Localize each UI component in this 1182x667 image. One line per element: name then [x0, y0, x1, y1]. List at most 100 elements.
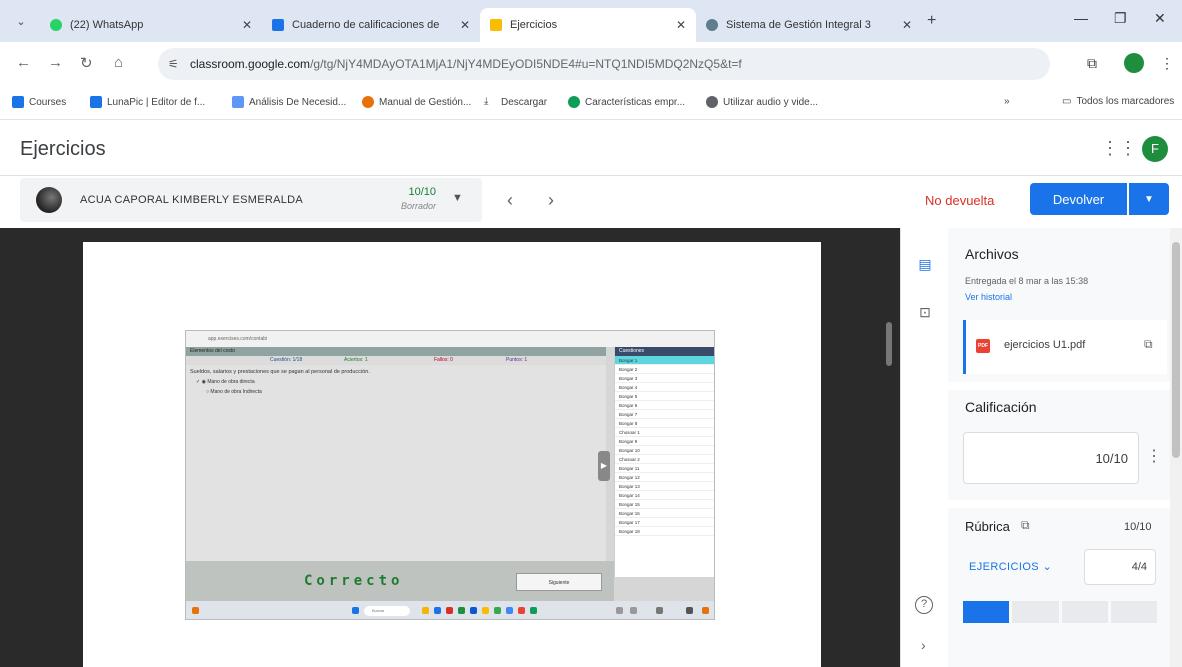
whatsapp-icon — [50, 19, 62, 31]
close-icon[interactable]: ✕ — [902, 18, 912, 32]
bookmark-analisis[interactable]: Análisis De Necesid... — [232, 96, 346, 108]
divider — [948, 382, 1170, 390]
close-icon[interactable]: ✕ — [242, 18, 252, 32]
rubric-heading: Rúbrica — [965, 519, 1010, 534]
address-bar[interactable]: ⚟ classroom.google.com/g/tg/NjY4MDAyOTA1… — [158, 48, 1050, 80]
return-options-button[interactable]: ▼ — [1129, 183, 1169, 215]
help-icon[interactable]: ? — [915, 596, 933, 614]
student-status: Borrador — [400, 201, 436, 211]
student-photo — [36, 187, 62, 213]
avatar[interactable]: F — [1142, 136, 1168, 162]
clock-icon — [686, 607, 693, 614]
new-tab-plus-icon[interactable]: + — [927, 12, 936, 30]
rubric-level[interactable] — [963, 601, 1010, 623]
comments-panel-icon[interactable]: ⊡ — [915, 302, 935, 322]
panel-scrollbar[interactable] — [1170, 228, 1182, 667]
folder-icon: ▭ — [1062, 96, 1072, 107]
arrow-left-icon[interactable]: ← — [16, 54, 31, 71]
tab-cuaderno[interactable]: Cuaderno de calificaciones de ✕ — [262, 8, 480, 42]
app-icon — [434, 607, 441, 614]
tab-sistema[interactable]: Sistema de Gestión Integral 3 ✕ — [696, 8, 922, 42]
chevron-down-icon: ⌄ — [1042, 561, 1053, 573]
minimize-icon[interactable]: — — [1074, 10, 1088, 26]
rubric-level[interactable] — [1110, 601, 1157, 623]
open-rubric-icon[interactable]: ⧉ — [1021, 518, 1030, 533]
embedded-side-list: Cuestiones Bongar 1 Bongar 2 Bongar 3 Bo… — [614, 347, 714, 577]
rubric-level[interactable] — [1061, 601, 1108, 623]
embedded-header: Elementos del costo — [186, 347, 606, 356]
bookmarks-bar: Courses LunaPic | Editor de f... Análisi… — [0, 86, 1182, 120]
browser-toolbar: ← → ↻ ⌂ ⚟ classroom.google.com/g/tg/NjY4… — [0, 42, 1182, 86]
scrollbar-thumb[interactable] — [1172, 242, 1180, 458]
arrow-right-icon[interactable]: → — [48, 54, 63, 71]
rubric-level[interactable] — [1012, 601, 1059, 623]
restore-icon[interactable]: ❐ — [1114, 10, 1127, 27]
bookmark-icon — [568, 96, 580, 108]
previous-student-icon[interactable]: ‹ — [507, 190, 513, 211]
app-icon — [494, 607, 501, 614]
menu-kebab-icon[interactable]: ⋮ — [1160, 55, 1174, 72]
profile-icon[interactable] — [1124, 53, 1144, 73]
student-grade: 10/10 — [408, 186, 436, 198]
classroom-header: Ejercicios ⋮⋮⋮ F — [0, 120, 1182, 176]
files-panel-icon[interactable]: ▤ — [915, 254, 935, 274]
weather-icon — [192, 607, 199, 614]
grade-menu-icon[interactable]: ⋮ — [1146, 446, 1162, 466]
home-icon[interactable]: ⌂ — [114, 54, 123, 71]
browser-tab-strip: ⌄ (22) WhatsApp ✕ Cuaderno de calificaci… — [0, 0, 1182, 42]
view-history-link[interactable]: Ver historial — [965, 292, 1012, 302]
student-name: ACUA CAPORAL KIMBERLY ESMERALDA — [80, 194, 304, 206]
extensions-icon[interactable]: ⧉ — [1087, 55, 1097, 72]
bookmark-lunapic[interactable]: LunaPic | Editor de f... — [90, 96, 205, 108]
app-icon — [518, 607, 525, 614]
app-icon — [470, 607, 477, 614]
classroom-icon — [490, 19, 502, 31]
embedded-taskbar: Buscar — [186, 601, 714, 619]
reload-icon[interactable]: ↻ — [80, 54, 93, 72]
download-icon: ⤓ — [484, 96, 489, 107]
close-icon[interactable]: ✕ — [460, 18, 470, 32]
tab-whatsapp[interactable]: (22) WhatsApp ✕ — [40, 8, 262, 42]
tray-icon — [616, 607, 623, 614]
open-in-new-icon[interactable]: ⧉ — [1144, 337, 1153, 352]
rubric-total: 10/10 — [1124, 521, 1152, 533]
all-bookmarks[interactable]: ▭ Todos los marcadores — [1062, 96, 1174, 107]
embedded-browser-bar: app.exercises.com/contabi — [186, 331, 714, 347]
student-toolbar: ACUA CAPORAL KIMBERLY ESMERALDA 10/10 Bo… — [0, 176, 1182, 228]
site-info-icon[interactable]: ⚟ — [168, 48, 179, 80]
embedded-side-toggle: ▶ — [598, 451, 610, 481]
chevron-right-icon[interactable]: › — [921, 637, 926, 653]
grade-heading: Calificación — [965, 399, 1037, 415]
student-selector[interactable]: ACUA CAPORAL KIMBERLY ESMERALDA 10/10 Bo… — [20, 178, 482, 222]
close-icon[interactable]: ✕ — [676, 18, 686, 32]
bookmark-utilizar-audio[interactable]: Utilizar audio y vide... — [706, 96, 818, 108]
tab-search-icon[interactable]: ⌄ — [12, 13, 30, 31]
viewer-scrollbar[interactable] — [886, 322, 892, 366]
embedded-question: Sueldos, salarios y prestaciones que se … — [190, 369, 370, 375]
file-attachment[interactable]: PDF ejercicios U1.pdf ⧉ — [963, 320, 1167, 374]
window-close-icon[interactable]: ✕ — [1154, 10, 1166, 27]
chevron-down-icon[interactable]: ▼ — [452, 192, 463, 204]
bookmark-descargar[interactable]: ⤓ Descargar — [484, 96, 547, 108]
globe-icon — [706, 19, 718, 31]
embedded-next-button: Siguiente — [516, 573, 602, 591]
embedded-stats: Cuestión: 1/18 Aciertos: 1 Fallos: 0 Pun… — [186, 356, 606, 365]
submission-time: Entregada el 8 mar a las 15:38 — [965, 276, 1089, 286]
bookmark-courses[interactable]: Courses — [12, 96, 66, 108]
tab-ejercicios[interactable]: Ejercicios ✕ — [480, 8, 696, 42]
document-viewer: app.exercises.com/contabi Elementos del … — [0, 228, 900, 667]
app-icon — [506, 607, 513, 614]
criterion-dropdown[interactable]: EJERCICIOS ⌄ — [969, 560, 1052, 573]
embedded-option: ○ Mano de obra Indirecta — [206, 389, 262, 395]
next-student-icon[interactable]: › — [548, 190, 554, 211]
bookmark-caracteristicas[interactable]: Características empr... — [568, 96, 685, 108]
criterion-score-input[interactable]: 4/4 — [1084, 549, 1156, 585]
app-icon — [530, 607, 537, 614]
bookmark-manual[interactable]: Manual de Gestión... — [362, 96, 471, 108]
not-returned-status: No devuelta — [925, 193, 995, 208]
divider — [948, 500, 1170, 508]
bookmarks-overflow-icon[interactable]: » — [1004, 96, 1010, 107]
return-button[interactable]: Devolver — [1030, 183, 1127, 215]
tray-icon — [630, 607, 637, 614]
grade-input[interactable]: 10/10 — [963, 432, 1139, 484]
